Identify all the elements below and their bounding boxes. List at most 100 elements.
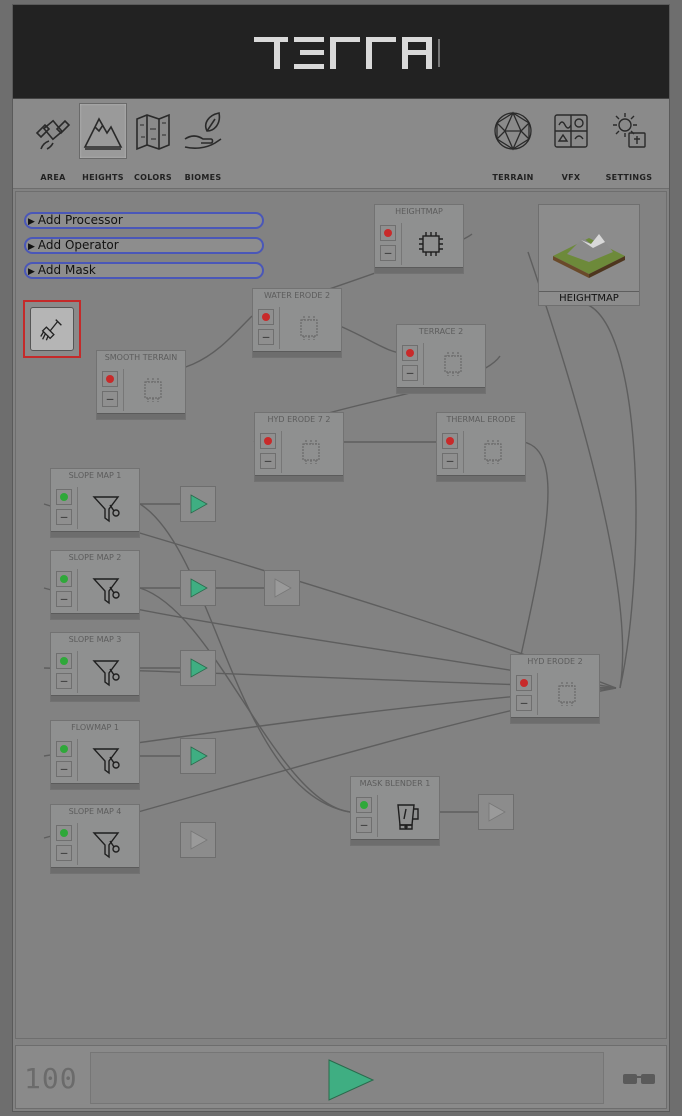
preview-output-button[interactable] <box>180 822 216 858</box>
output-port[interactable] <box>56 741 72 757</box>
output-port[interactable] <box>56 571 72 587</box>
progress-counter: 100 <box>24 1062 78 1095</box>
play-icon <box>190 494 208 514</box>
map-icon <box>129 103 177 159</box>
blender-icon <box>377 795 435 837</box>
node-title: SLOPE MAP 4 <box>68 807 122 816</box>
node-water-erode[interactable]: WATER ERODE 2 – <box>252 288 342 358</box>
collapse-button[interactable]: – <box>258 329 274 345</box>
collapse-button[interactable]: – <box>442 453 458 469</box>
node-smooth-terrain[interactable]: SMOOTH TERRAIN – <box>96 350 186 420</box>
gears-icon <box>605 103 653 159</box>
node-hyd-erode-7-2[interactable]: HYD ERODE 7 2 – <box>254 412 344 482</box>
preview-output-button[interactable] <box>478 794 514 830</box>
collapse-button[interactable]: – <box>356 817 372 833</box>
triangle-right-icon: ▶ <box>28 242 35 252</box>
output-port[interactable] <box>380 225 396 241</box>
funnel-icon <box>77 823 135 865</box>
triangle-right-icon: ▶ <box>28 267 35 277</box>
tab-label: BIOMES <box>184 173 222 182</box>
play-icon <box>274 578 292 598</box>
preview-output-button[interactable] <box>180 570 216 606</box>
terra-logo <box>254 37 440 69</box>
output-port[interactable] <box>356 797 372 813</box>
play-icon <box>190 746 208 766</box>
collapse-button[interactable]: – <box>56 591 72 607</box>
node-thermal-erode[interactable]: THERMAL ERODE – <box>436 412 526 482</box>
output-port[interactable] <box>260 433 276 449</box>
tab-settings[interactable]: SETTINGS <box>605 103 653 185</box>
preview-output-button[interactable] <box>180 650 216 686</box>
terra-window: AREA HEIGHTS COLORS BIOMES TERRAIN VFX S… <box>12 4 670 1112</box>
module-tab-bar: AREA HEIGHTS COLORS BIOMES TERRAIN VFX S… <box>13 99 669 189</box>
chip-icon <box>463 431 521 473</box>
node-slope-map-1[interactable]: SLOPE MAP 1 – <box>50 468 140 538</box>
glasses-icon[interactable] <box>622 1070 656 1086</box>
add-mask-label: Add Mask <box>37 263 96 277</box>
node-title: HYD ERODE 7 2 <box>267 415 331 424</box>
collapse-button[interactable]: – <box>56 761 72 777</box>
collapse-button[interactable]: – <box>260 453 276 469</box>
node-hyd-erode-2[interactable]: HYD ERODE 2 – <box>510 654 600 724</box>
preview-output-button[interactable] <box>180 486 216 522</box>
brush-icon <box>30 307 74 351</box>
node-terrace[interactable]: TERRACE 2 – <box>396 324 486 394</box>
heightmap-preview[interactable]: HEIGHTMAP <box>538 204 640 306</box>
node-title: SLOPE MAP 2 <box>68 553 122 562</box>
node-title: SMOOTH TERRAIN <box>104 353 178 362</box>
node-title: HEIGHTMAP <box>395 207 443 216</box>
node-title: WATER ERODE 2 <box>263 291 331 300</box>
bottom-bar: 100 <box>15 1045 667 1109</box>
collapse-button[interactable]: – <box>56 673 72 689</box>
output-port[interactable] <box>402 345 418 361</box>
chip-icon <box>401 223 459 265</box>
node-flowmap-1[interactable]: FLOWMAP 1 – <box>50 720 140 790</box>
clear-graph-button[interactable] <box>23 300 81 358</box>
chip-icon <box>423 343 481 385</box>
output-port[interactable] <box>102 371 118 387</box>
tab-vfx[interactable]: VFX <box>547 103 595 185</box>
collapse-button[interactable]: – <box>380 245 396 261</box>
satellite-icon <box>29 103 77 159</box>
output-port[interactable] <box>258 309 274 325</box>
funnel-icon <box>77 739 135 781</box>
node-title: SLOPE MAP 3 <box>68 635 122 644</box>
preview-output-button[interactable] <box>180 738 216 774</box>
play-icon <box>190 658 208 678</box>
output-port[interactable] <box>56 489 72 505</box>
output-port[interactable] <box>516 675 532 691</box>
collapse-button[interactable]: – <box>402 365 418 381</box>
add-processor-button[interactable]: ▶ Add Processor <box>24 212 264 229</box>
node-title: MASK BLENDER 1 <box>359 779 431 788</box>
collapse-button[interactable]: – <box>56 509 72 525</box>
sphere-mesh-icon <box>489 103 537 159</box>
node-heightmap[interactable]: HEIGHTMAP – <box>374 204 464 274</box>
node-slope-map-4[interactable]: SLOPE MAP 4 – <box>50 804 140 874</box>
add-operator-button[interactable]: ▶ Add Operator <box>24 237 264 254</box>
node-slope-map-3[interactable]: SLOPE MAP 3 – <box>50 632 140 702</box>
collapse-button[interactable]: – <box>516 695 532 711</box>
node-title: TERRACE 2 <box>418 327 464 336</box>
collapse-button[interactable]: – <box>56 845 72 861</box>
funnel-icon <box>77 651 135 693</box>
tab-biomes[interactable]: BIOMES <box>179 103 227 185</box>
play-icon <box>190 578 208 598</box>
funnel-icon <box>77 487 135 529</box>
tab-terrain[interactable]: TERRAIN <box>489 103 537 185</box>
preview-label: HEIGHTMAP <box>539 291 639 305</box>
node-mask-blender[interactable]: MASK BLENDER 1 – <box>350 776 440 846</box>
play-icon <box>488 802 506 822</box>
output-port[interactable] <box>56 653 72 669</box>
add-processor-label: Add Processor <box>37 213 123 227</box>
output-port[interactable] <box>442 433 458 449</box>
chip-icon <box>537 673 595 715</box>
node-graph-canvas[interactable]: ▶ Add Processor ▶ Add Operator ▶ Add Mask H… <box>15 191 667 1039</box>
collapse-button[interactable]: – <box>102 391 118 407</box>
node-title: HYD ERODE 2 <box>527 657 583 666</box>
preview-output-button[interactable] <box>264 570 300 606</box>
output-port[interactable] <box>56 825 72 841</box>
chip-icon <box>281 431 339 473</box>
generate-play-button[interactable] <box>321 1058 377 1102</box>
node-slope-map-2[interactable]: SLOPE MAP 2 – <box>50 550 140 620</box>
add-mask-button[interactable]: ▶ Add Mask <box>24 262 264 279</box>
